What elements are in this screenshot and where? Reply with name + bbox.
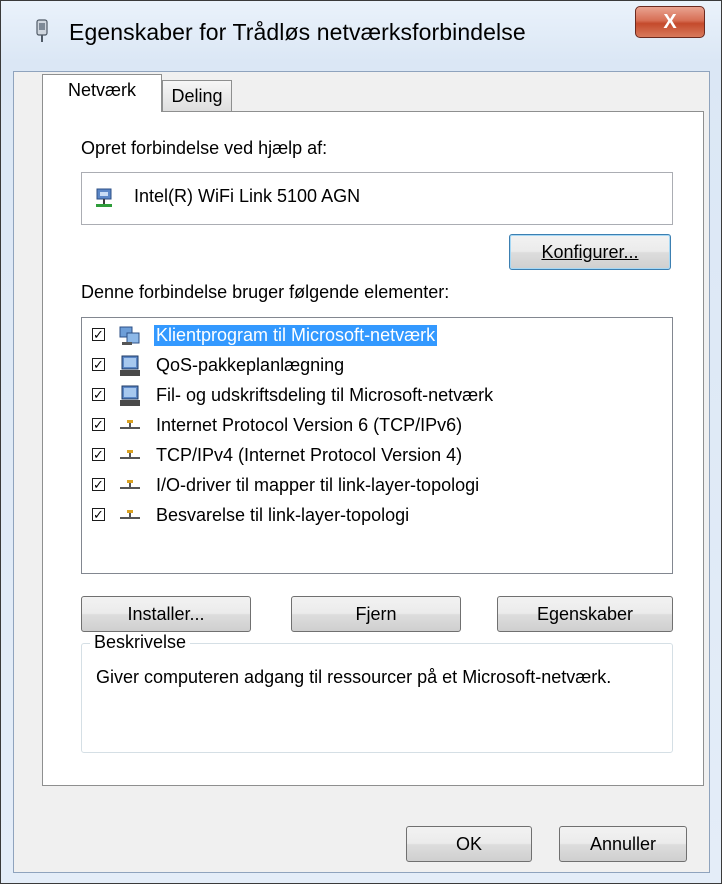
network-client-icon: [119, 326, 140, 345]
tab-deling[interactable]: Deling: [162, 80, 232, 114]
ok-button[interactable]: OK: [406, 826, 532, 862]
install-button-label: Installer...: [127, 604, 205, 624]
checkbox[interactable]: ✓: [92, 328, 105, 341]
items-list[interactable]: ✓ Klientprogram til Microsoft-netværk ✓: [81, 317, 673, 574]
description-legend: Beskrivelse: [90, 632, 191, 653]
description-text: Giver computeren adgang til ressourcer p…: [96, 667, 612, 687]
item-label: Internet Protocol Version 6 (TCP/IPv6): [156, 415, 463, 435]
protocol-icon: [120, 420, 140, 429]
checkbox[interactable]: ✓: [92, 388, 105, 401]
install-button[interactable]: Installer...: [81, 596, 251, 632]
checkbox[interactable]: ✓: [92, 448, 105, 461]
close-button[interactable]: X: [635, 6, 705, 38]
protocol-icon: [120, 480, 140, 489]
list-item[interactable]: ✓ Fil- og udskriftsdeling til Microsoft-…: [82, 382, 672, 412]
network-service-icon: [120, 355, 140, 376]
configure-button[interactable]: Konfigurer...: [509, 234, 671, 270]
item-label: TCP/IPv4 (Internet Protocol Version 4): [156, 445, 463, 465]
title-bar[interactable]: Egenskaber for Trådløs netværksforbindel…: [1, 1, 721, 71]
cancel-button[interactable]: Annuller: [559, 826, 687, 862]
network-adapter-icon: [96, 188, 112, 207]
configure-button-label: Konfigurer...: [541, 242, 639, 262]
adapter-field: Intel(R) WiFi Link 5100 AGN: [81, 172, 673, 225]
network-connection-icon: [36, 19, 48, 42]
checkbox[interactable]: ✓: [92, 508, 105, 521]
item-label: Besvarelse til link-layer-topologi: [156, 505, 410, 525]
remove-button[interactable]: Fjern: [291, 596, 461, 632]
properties-button-label: Egenskaber: [536, 604, 634, 624]
tab-netvaerk[interactable]: Netværk: [42, 74, 162, 112]
checkbox[interactable]: ✓: [92, 358, 105, 371]
list-item[interactable]: ✓ QoS-pakkeplanlægning: [82, 352, 672, 382]
protocol-icon: [120, 450, 140, 459]
description-group: Beskrivelse Giver computeren adgang til …: [81, 632, 673, 753]
list-item[interactable]: ✓ TCP/IPv4 (Internet Protocol Version 4): [82, 442, 672, 472]
checkbox[interactable]: ✓: [92, 418, 105, 431]
properties-dialog: Egenskaber for Trådløs netværksforbindel…: [0, 0, 722, 884]
checkbox[interactable]: ✓: [92, 478, 105, 491]
adapter-name: Intel(R) WiFi Link 5100 AGN: [134, 186, 361, 206]
network-service-icon: [120, 385, 140, 406]
list-item[interactable]: ✓ Besvarelse til link-layer-topologi: [82, 502, 672, 532]
list-item[interactable]: ✓ Klientprogram til Microsoft-netværk: [82, 322, 672, 352]
protocol-icon: [120, 510, 140, 519]
cancel-button-label: Annuller: [589, 834, 657, 854]
dialog-body: Netværk Deling Opret forbindelse ved hjæ…: [13, 71, 710, 873]
items-label: Denne forbindelse bruger følgende elemen…: [81, 282, 450, 302]
item-label: QoS-pakkeplanlægning: [156, 355, 345, 375]
connect-using-label: Opret forbindelse ved hjælp af:: [81, 138, 328, 158]
list-item[interactable]: ✓ Internet Protocol Version 6 (TCP/IPv6): [82, 412, 672, 442]
item-label: Fil- og udskriftsdeling til Microsoft-ne…: [156, 385, 494, 405]
window-title: Egenskaber for Trådløs netværksforbindel…: [69, 19, 526, 45]
remove-button-label: Fjern: [355, 604, 397, 624]
list-item[interactable]: ✓ I/O-driver til mapper til link-layer-t…: [82, 472, 672, 502]
properties-button[interactable]: Egenskaber: [497, 596, 673, 632]
item-label: I/O-driver til mapper til link-layer-top…: [156, 475, 480, 495]
item-label: Klientprogram til Microsoft-netværk: [154, 325, 438, 346]
ok-button-label: OK: [455, 834, 482, 854]
tab-panel-netvaerk: Opret forbindelse ved hjælp af: Intel(R)…: [42, 111, 704, 786]
